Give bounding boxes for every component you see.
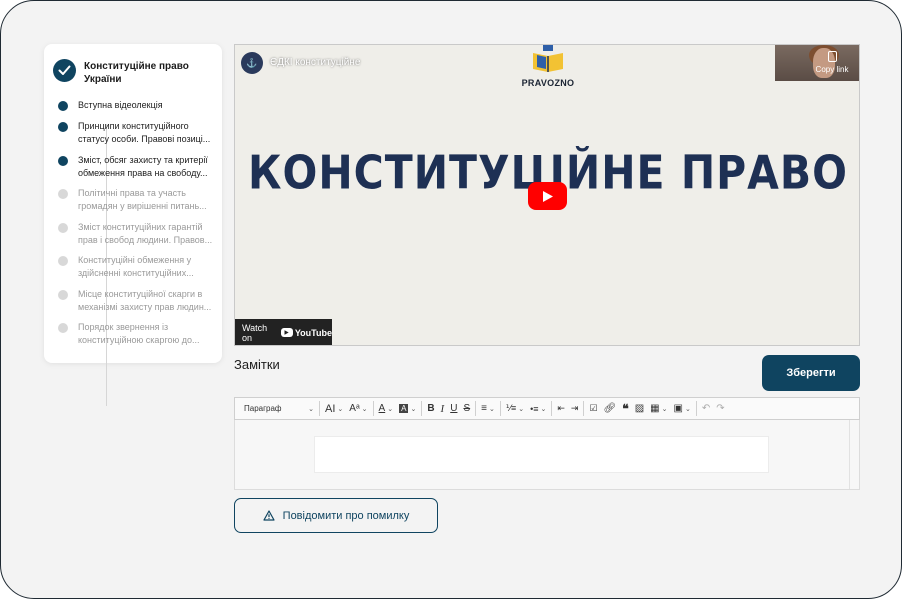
underline-button[interactable]: U bbox=[447, 399, 460, 418]
image-button[interactable]: ▨ bbox=[632, 399, 647, 418]
toolbar-divider bbox=[475, 401, 477, 416]
lesson-label: Місце конституційної скарги в механізмі … bbox=[78, 289, 212, 312]
align-icon: ≡ bbox=[481, 403, 487, 414]
channel-avatar[interactable]: ⚓ bbox=[241, 52, 263, 74]
copy-link-label: Copy link bbox=[815, 65, 849, 74]
lesson-pending-dot bbox=[58, 256, 68, 266]
video-title[interactable]: ЄДКІ конституційне bbox=[270, 57, 360, 68]
font-family-button[interactable]: Aᵃ ⌄ bbox=[346, 399, 370, 418]
link-button[interactable]: 🔗︎ bbox=[601, 399, 620, 418]
copy-icon bbox=[827, 51, 837, 62]
undo-button[interactable]: ↶ bbox=[699, 399, 713, 418]
toolbar-divider bbox=[583, 401, 585, 416]
font-color-button[interactable]: A ⌄ bbox=[376, 399, 397, 418]
toolbar-divider bbox=[372, 401, 374, 416]
indent-icon: ⇥ bbox=[570, 403, 579, 413]
bold-button[interactable]: B bbox=[424, 399, 437, 418]
bold-icon: B bbox=[427, 403, 435, 414]
check-icon bbox=[53, 59, 76, 82]
redo-button[interactable]: ↷ bbox=[713, 399, 727, 418]
media-button[interactable]: ▣ ⌄ bbox=[671, 399, 694, 418]
quote-icon: ❝ bbox=[622, 401, 629, 416]
paragraph-select-value: Параграф bbox=[244, 404, 282, 413]
link-icon: 🔗︎ bbox=[603, 403, 617, 414]
lesson-label: Вступна відеолекція bbox=[78, 100, 163, 110]
paragraph-select[interactable]: Параграф ⌄ bbox=[241, 399, 317, 418]
bulleted-list-button[interactable]: •≡ ⌄ bbox=[527, 399, 549, 418]
image-icon: ▨ bbox=[634, 403, 645, 414]
lesson-done-dot bbox=[58, 101, 68, 111]
lesson-label: Зміст, обсяг захисту та критерії обмежен… bbox=[78, 155, 208, 178]
toolbar-divider bbox=[421, 401, 423, 416]
report-error-button[interactable]: Повідомити про помилку bbox=[234, 498, 438, 533]
numbered-list-icon: ⅟≡ bbox=[505, 403, 517, 413]
lesson-label: Політичні права та участь громадян у вир… bbox=[78, 188, 207, 211]
chevron-down-icon: ⌄ bbox=[308, 405, 314, 413]
lesson-pending-dot bbox=[58, 323, 68, 333]
lesson-pending-dot bbox=[58, 223, 68, 233]
table-button[interactable]: ▦ ⌄ bbox=[647, 399, 670, 418]
copy-link-button[interactable]: Copy link bbox=[813, 51, 851, 74]
video-player[interactable]: ⚓ ЄДКІ конституційне PRAVOZNO Copy link … bbox=[234, 44, 860, 346]
media-icon: ▣ bbox=[673, 403, 683, 414]
highlight-button[interactable]: A ⌄ bbox=[396, 399, 419, 418]
notes-editor bbox=[234, 420, 860, 490]
lesson-label: Конституційні обмеження у здійсненні кон… bbox=[78, 255, 194, 278]
warning-icon bbox=[263, 510, 275, 521]
font-size-icon: AI bbox=[325, 402, 336, 415]
youtube-icon bbox=[280, 328, 293, 337]
todo-list-button[interactable]: ☑ bbox=[586, 399, 600, 418]
font-size-button[interactable]: AI ⌄ bbox=[322, 399, 346, 418]
toolbar-divider bbox=[319, 401, 320, 416]
outdent-button[interactable]: ⇤ bbox=[554, 399, 568, 418]
italic-icon: I bbox=[440, 402, 445, 415]
undo-icon: ↶ bbox=[701, 403, 711, 414]
editor-scrollbar[interactable] bbox=[849, 420, 859, 489]
course-title: Конституційне право України bbox=[84, 61, 189, 85]
watch-on-youtube-button[interactable]: Watch on YouTube bbox=[235, 319, 332, 345]
numbered-list-button[interactable]: ⅟≡ ⌄ bbox=[503, 399, 527, 418]
font-color-icon: A bbox=[378, 403, 386, 414]
todo-list-icon: ☑ bbox=[589, 403, 598, 413]
outdent-icon: ⇤ bbox=[557, 403, 565, 413]
lesson-label: Принципи конституційного статусу особи. … bbox=[78, 121, 211, 144]
toolbar-divider bbox=[551, 401, 553, 416]
indent-button[interactable]: ⇥ bbox=[568, 399, 582, 418]
lesson-done-dot bbox=[58, 122, 68, 132]
course-header[interactable]: Конституційне право України bbox=[52, 58, 217, 98]
bulleted-list-icon: •≡ bbox=[530, 403, 539, 414]
report-error-label: Повідомити про помилку bbox=[282, 509, 410, 522]
lesson-sidebar: Конституційне право України Вступна віде… bbox=[44, 44, 222, 406]
quote-button[interactable]: ❝ bbox=[619, 399, 631, 418]
notes-editor-input[interactable] bbox=[314, 436, 769, 473]
youtube-label: YouTube bbox=[294, 327, 332, 338]
font-family-icon: Aᵃ bbox=[349, 403, 360, 414]
table-icon: ▦ bbox=[650, 403, 660, 414]
toolbar-divider bbox=[499, 401, 501, 416]
redo-icon: ↷ bbox=[716, 403, 725, 414]
app-frame: Конституційне право України Вступна віде… bbox=[0, 0, 902, 599]
youtube-logo: YouTube bbox=[280, 327, 332, 338]
strikethrough-icon: S bbox=[463, 403, 471, 414]
align-button[interactable]: ≡ ⌄ bbox=[478, 399, 498, 418]
lesson-pending-dot bbox=[58, 189, 68, 199]
lesson-pending-dot bbox=[58, 290, 68, 300]
play-icon[interactable] bbox=[528, 182, 567, 210]
underline-icon: U bbox=[450, 403, 458, 414]
lesson-label: Зміст конституційних гарантій прав і сво… bbox=[78, 222, 213, 245]
strikethrough-button[interactable]: S bbox=[460, 399, 473, 418]
book-logo-icon bbox=[533, 45, 563, 72]
logo-text: PRAVOZNO bbox=[521, 78, 575, 88]
italic-button[interactable]: I bbox=[438, 399, 448, 418]
watch-on-label: Watch on bbox=[242, 322, 268, 343]
notes-title: Замітки bbox=[234, 357, 280, 372]
highlight-icon: A bbox=[399, 404, 409, 413]
save-button[interactable]: Зберегти bbox=[762, 355, 860, 391]
pravozno-logo: PRAVOZNO bbox=[515, 45, 581, 91]
lesson-label: Порядок звернення із конституційною скар… bbox=[78, 322, 200, 345]
editor-toolbar: Параграф ⌄ AI ⌄ Aᵃ ⌄ A ⌄ A ⌄ B I U S ≡ ⌄ ⅟≡ ⌄ … bbox=[234, 397, 860, 420]
lesson-done-dot bbox=[58, 156, 68, 166]
toolbar-divider bbox=[695, 401, 697, 416]
